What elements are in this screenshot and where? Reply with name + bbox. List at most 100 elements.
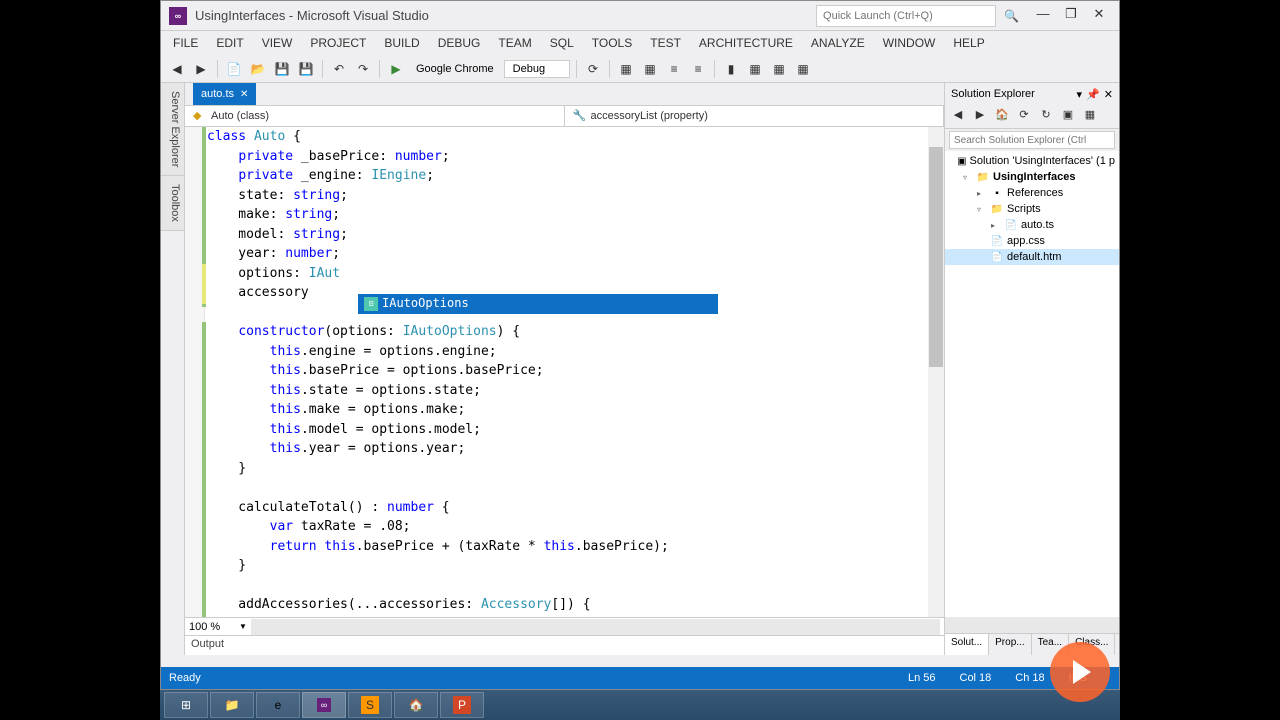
task-app1[interactable]: 🏠 — [394, 692, 438, 718]
vertical-scrollbar[interactable] — [928, 127, 944, 617]
tree-arrow-icon[interactable]: ▸ — [977, 189, 987, 198]
output-panel-tab[interactable]: Output — [185, 635, 944, 655]
menu-analyze[interactable]: ANALYZE — [803, 33, 873, 53]
code-line[interactable]: this.basePrice = options.basePrice; — [207, 361, 944, 381]
code-line[interactable]: class Auto { — [207, 127, 944, 147]
start-button[interactable]: ⊞ — [164, 692, 208, 718]
chevron-down-icon[interactable]: ▼ — [239, 622, 247, 631]
se-fwd-icon[interactable]: ▶ — [971, 108, 989, 126]
se-h-scrollbar[interactable] — [945, 617, 1119, 633]
maximize-button[interactable]: ❐ — [1059, 6, 1083, 26]
code-line[interactable]: year: number; — [207, 244, 944, 264]
se-dropdown-icon[interactable]: ▾ — [1077, 88, 1083, 101]
se-tab[interactable]: Prop... — [989, 634, 1031, 655]
save-icon[interactable]: 💾 — [272, 59, 292, 79]
code-line[interactable]: } — [207, 556, 944, 576]
code-line[interactable]: addAccessories(...accessories: Accessory… — [207, 595, 944, 615]
tb-icon-7[interactable]: ▦ — [769, 59, 789, 79]
tree-item[interactable]: ▿📁Scripts — [945, 201, 1119, 217]
code-line[interactable]: private _basePrice: number; — [207, 147, 944, 167]
menu-build[interactable]: BUILD — [376, 33, 427, 53]
menu-sql[interactable]: SQL — [542, 33, 582, 53]
tb-icon-5[interactable]: ▮ — [721, 59, 741, 79]
quick-launch-input[interactable] — [816, 5, 996, 27]
code-line[interactable]: make: string; — [207, 205, 944, 225]
se-collapse-icon[interactable]: ▣ — [1059, 108, 1077, 126]
code-line[interactable]: } — [207, 459, 944, 479]
search-icon[interactable]: 🔍 — [1004, 9, 1019, 23]
menu-help[interactable]: HELP — [945, 33, 992, 53]
play-overlay-icon[interactable] — [1050, 642, 1110, 702]
close-button[interactable]: ✕ — [1087, 6, 1111, 26]
toolbox-tab[interactable]: Toolbox — [161, 176, 184, 231]
menu-window[interactable]: WINDOW — [875, 33, 944, 53]
code-text[interactable]: class Auto { private _basePrice: number;… — [205, 127, 944, 617]
server-explorer-tab[interactable]: Server Explorer — [161, 83, 184, 176]
code-line[interactable] — [207, 576, 944, 596]
se-back-icon[interactable]: ◀ — [949, 108, 967, 126]
tb-icon-6[interactable]: ▦ — [745, 59, 765, 79]
redo-icon[interactable]: ↷ — [353, 59, 373, 79]
task-vs[interactable]: ∞ — [302, 692, 346, 718]
code-line[interactable]: options: IAut — [207, 264, 944, 284]
tree-arrow-icon[interactable]: ▿ — [963, 173, 973, 182]
code-line[interactable]: state: string; — [207, 186, 944, 206]
nav-member-dropdown[interactable]: 🔧 accessoryList (property) — [565, 106, 945, 126]
menu-architecture[interactable]: ARCHITECTURE — [691, 33, 801, 53]
undo-icon[interactable]: ↶ — [329, 59, 349, 79]
code-editor[interactable]: class Auto { private _basePrice: number;… — [185, 127, 944, 617]
file-tab-auto-ts[interactable]: auto.ts ✕ — [193, 83, 256, 105]
tb-icon-1[interactable]: ▦ — [616, 59, 636, 79]
code-line[interactable]: constructor(options: IAutoOptions) { — [207, 322, 944, 342]
code-line[interactable]: this.make = options.make; — [207, 400, 944, 420]
menu-edit[interactable]: EDIT — [208, 33, 251, 53]
se-refresh-icon[interactable]: ↻ — [1037, 108, 1055, 126]
tree-item[interactable]: ▣Solution 'UsingInterfaces' (1 p — [945, 153, 1119, 169]
horizontal-scrollbar[interactable] — [251, 619, 940, 635]
task-sublime[interactable]: S — [348, 692, 392, 718]
tb-icon-4[interactable]: ≡ — [688, 59, 708, 79]
menu-test[interactable]: TEST — [642, 33, 689, 53]
code-line[interactable]: this.engine = options.engine; — [207, 342, 944, 362]
new-project-icon[interactable]: 📄 — [224, 59, 244, 79]
code-line[interactable]: this.state = options.state; — [207, 381, 944, 401]
menu-team[interactable]: TEAM — [490, 33, 539, 53]
se-showall-icon[interactable]: ▦ — [1081, 108, 1099, 126]
code-line[interactable]: calculateTotal() : number { — [207, 498, 944, 518]
se-sync-icon[interactable]: ⟳ — [1015, 108, 1033, 126]
tree-item[interactable]: 📄app.css — [945, 233, 1119, 249]
se-home-icon[interactable]: 🏠 — [993, 108, 1011, 126]
code-line[interactable]: this.model = options.model; — [207, 420, 944, 440]
menu-project[interactable]: PROJECT — [302, 33, 374, 53]
zoom-dropdown[interactable]: 100 % — [189, 621, 239, 633]
tab-close-icon[interactable]: ✕ — [240, 89, 248, 100]
tree-arrow-icon[interactable]: ▿ — [977, 205, 987, 214]
play-icon[interactable]: ▶ — [386, 59, 406, 79]
menu-view[interactable]: VIEW — [254, 33, 301, 53]
menu-file[interactable]: FILE — [165, 33, 206, 53]
tree-item[interactable]: ▸📄auto.ts — [945, 217, 1119, 233]
tb-icon-2[interactable]: ▦ — [640, 59, 660, 79]
save-all-icon[interactable]: 💾 — [296, 59, 316, 79]
code-line[interactable]: var taxRate = .08; — [207, 517, 944, 537]
tree-item[interactable]: 📄default.htm — [945, 249, 1119, 265]
menu-debug[interactable]: DEBUG — [430, 33, 489, 53]
task-ie[interactable]: e — [256, 692, 300, 718]
intellisense-popup[interactable]: ⊡ IAutoOptions — [358, 294, 718, 314]
minimize-button[interactable]: — — [1031, 6, 1055, 26]
nav-type-dropdown[interactable]: ◆ Auto (class) — [185, 106, 565, 126]
se-pin-icon[interactable]: 📌 — [1086, 88, 1100, 101]
tree-item[interactable]: ▿📁UsingInterfaces — [945, 169, 1119, 185]
se-tab[interactable]: Solut... — [945, 634, 989, 655]
task-powerpoint[interactable]: P — [440, 692, 484, 718]
task-explorer[interactable]: 📁 — [210, 692, 254, 718]
config-dropdown[interactable]: Debug — [504, 60, 570, 78]
tree-arrow-icon[interactable]: ▸ — [991, 221, 1001, 230]
open-icon[interactable]: 📂 — [248, 59, 268, 79]
nav-fwd-icon[interactable]: ▶ — [191, 59, 211, 79]
se-close-icon[interactable]: ✕ — [1104, 88, 1113, 101]
se-search-input[interactable] — [949, 131, 1115, 149]
nav-back-icon[interactable]: ◀ — [167, 59, 187, 79]
browser-link-icon[interactable]: ⟳ — [583, 59, 603, 79]
se-tree[interactable]: ▣Solution 'UsingInterfaces' (1 p▿📁UsingI… — [945, 151, 1119, 617]
